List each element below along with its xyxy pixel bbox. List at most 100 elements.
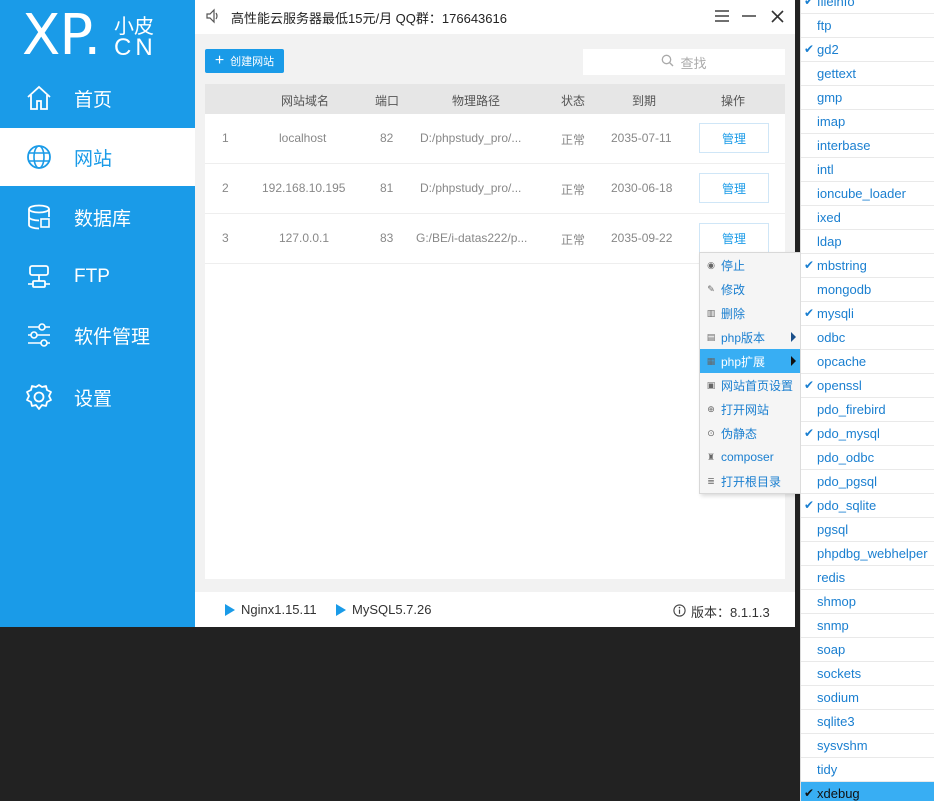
menu-item-label: 网站首页设置 (721, 378, 794, 393)
extension-item-gd2[interactable]: ✔ gd2 (801, 38, 934, 62)
menu-item-label: php扩展 (721, 354, 766, 369)
extension-item-pdo-firebird[interactable]: pdo_firebird (801, 398, 934, 422)
extension-item-redis[interactable]: redis (801, 566, 934, 590)
extension-item-fileinfo[interactable]: ✔ fileinfo (801, 0, 934, 14)
extension-label: xdebug (817, 786, 860, 801)
sidebar-item-home[interactable]: 首页 (0, 69, 195, 127)
manage-button[interactable]: 管理 (699, 223, 769, 253)
announcement-text[interactable]: 高性能云服务器最低15元/月 QQ群：176643616 (231, 8, 507, 27)
search-input[interactable]: 查找 (583, 49, 785, 75)
extension-item-interbase[interactable]: interbase (801, 134, 934, 158)
extension-label: pdo_mysql (817, 426, 880, 441)
extension-item-gmp[interactable]: gmp (801, 86, 934, 110)
website-table: 网站域名 端口 物理路径 状态 到期 操作 1 localhost 82 D:/… (205, 84, 785, 579)
sidebar-item-database[interactable]: 数据库 (0, 188, 195, 246)
extension-item-ioncube-loader[interactable]: ioncube_loader (801, 182, 934, 206)
extension-item-tidy[interactable]: tidy (801, 758, 934, 782)
check-icon: ✔ (804, 498, 815, 512)
menu-item-delete[interactable]: ▥ 删除 (700, 301, 800, 325)
table-row[interactable]: 1 localhost 82 D:/phpstudy_pro/... 正常 20… (205, 114, 785, 164)
menu-item-edit[interactable]: ✎ 修改 (700, 277, 800, 301)
row-status: 正常 (561, 183, 586, 197)
extension-item-pdo-pgsql[interactable]: pdo_pgsql (801, 470, 934, 494)
nginx-status[interactable]: Nginx1.15.11 (225, 602, 317, 617)
version-label: 版本：8.1.1.3 (691, 605, 770, 620)
extension-item-sodium[interactable]: sodium (801, 686, 934, 710)
sidebar-item-settings[interactable]: 设置 (0, 368, 195, 426)
rewrite-icon: ⊙ (707, 427, 715, 438)
extension-item-mbstring[interactable]: ✔ mbstring (801, 254, 934, 278)
menu-item-php-extension[interactable]: ▦ php扩展 (700, 349, 800, 373)
sidebar-item-ftp[interactable]: FTP (0, 248, 195, 306)
extension-item-mongodb[interactable]: mongodb (801, 278, 934, 302)
play-icon (336, 603, 346, 616)
extension-label: soap (817, 642, 846, 657)
extension-item-ldap[interactable]: ldap (801, 230, 934, 254)
extension-item-intl[interactable]: intl (801, 158, 934, 182)
menu-item-php-version[interactable]: ▤ php版本 (700, 325, 800, 349)
extension-item-pdo-mysql[interactable]: ✔ pdo_mysql (801, 422, 934, 446)
open-site-icon: ⊕ (707, 403, 715, 414)
extension-item-sockets[interactable]: sockets (801, 662, 934, 686)
menu-item-label: php版本 (721, 330, 766, 345)
menu-item-composer[interactable]: ♜ composer (700, 445, 800, 469)
table-row[interactable]: 3 127.0.0.1 83 G:/BE/i-datas222/p... 正常 … (205, 214, 785, 264)
mysql-status[interactable]: MySQL5.7.26 (336, 602, 432, 617)
row-number: 2 (222, 181, 229, 195)
extension-label: ftp (817, 18, 832, 33)
menu-item-label: 删除 (721, 306, 746, 321)
php-version-icon: ▤ (706, 331, 716, 342)
edit-icon: ✎ (707, 283, 715, 294)
extension-item-gettext[interactable]: gettext (801, 62, 934, 86)
close-icon[interactable] (766, 6, 788, 26)
extension-item-pdo-odbc[interactable]: pdo_odbc (801, 446, 934, 470)
sidebar-item-label: 首页 (74, 89, 113, 111)
sidebar-item-website[interactable]: 网站 (0, 128, 195, 186)
extension-item-ixed[interactable]: ixed (801, 206, 934, 230)
speaker-icon (205, 8, 221, 24)
extension-item-imap[interactable]: imap (801, 110, 934, 134)
extension-label: ioncube_loader (817, 186, 906, 201)
extension-item-pgsql[interactable]: pgsql (801, 518, 934, 542)
sidebar-item-software[interactable]: 软件管理 (0, 306, 195, 364)
row-status: 正常 (561, 233, 586, 247)
check-icon: ✔ (804, 306, 815, 320)
extension-item-odbc[interactable]: odbc (801, 326, 934, 350)
minimize-icon[interactable] (738, 6, 760, 26)
sliders-icon (24, 320, 54, 350)
extension-item-mysqli[interactable]: ✔ mysqli (801, 302, 934, 326)
table-row[interactable]: 2 192.168.10.195 81 D:/phpstudy_pro/... … (205, 164, 785, 214)
menu-item-open-root[interactable]: ≣ 打开根目录 (700, 469, 800, 493)
extension-label: fileinfo (817, 0, 855, 9)
menu-item-rewrite[interactable]: ⊙ 伪静态 (700, 421, 800, 445)
menu-item-open-site[interactable]: ⊕ 打开网站 (700, 397, 800, 421)
menu-item-homepage-settings[interactable]: ▣ 网站首页设置 (700, 373, 800, 397)
extension-item-xdebug[interactable]: ✔ xdebug (801, 782, 934, 801)
create-website-button[interactable]: + 创建网站 (205, 49, 284, 73)
extension-label: phpdbg_webhelper (817, 546, 928, 561)
extension-item-snmp[interactable]: snmp (801, 614, 934, 638)
extension-item-openssl[interactable]: ✔ openssl (801, 374, 934, 398)
extension-item-pdo-sqlite[interactable]: ✔ pdo_sqlite (801, 494, 934, 518)
check-icon: ✔ (804, 786, 815, 800)
extension-item-sqlite3[interactable]: sqlite3 (801, 710, 934, 734)
menu-item-stop[interactable]: ◉ 停止 (700, 253, 800, 277)
extension-label: pdo_firebird (817, 402, 886, 417)
menu-icon[interactable] (711, 6, 733, 26)
logo-cn-bottom: CN (114, 34, 157, 61)
row-path: D:/phpstudy_pro/... (420, 131, 522, 145)
extension-label: sodium (817, 690, 859, 705)
globe-icon (24, 142, 54, 172)
extension-item-ftp[interactable]: ftp (801, 14, 934, 38)
manage-button[interactable]: 管理 (699, 123, 769, 153)
extension-item-opcache[interactable]: opcache (801, 350, 934, 374)
extension-item-sysvshm[interactable]: sysvshm (801, 734, 934, 758)
extension-label: gd2 (817, 42, 839, 57)
extension-item-shmop[interactable]: shmop (801, 590, 934, 614)
extension-item-phpdbg-webhelper[interactable]: phpdbg_webhelper (801, 542, 934, 566)
menu-item-label: 打开网站 (721, 402, 770, 417)
manage-button[interactable]: 管理 (699, 173, 769, 203)
row-path: D:/phpstudy_pro/... (420, 181, 522, 195)
menu-item-label: 停止 (721, 258, 746, 273)
extension-item-soap[interactable]: soap (801, 638, 934, 662)
